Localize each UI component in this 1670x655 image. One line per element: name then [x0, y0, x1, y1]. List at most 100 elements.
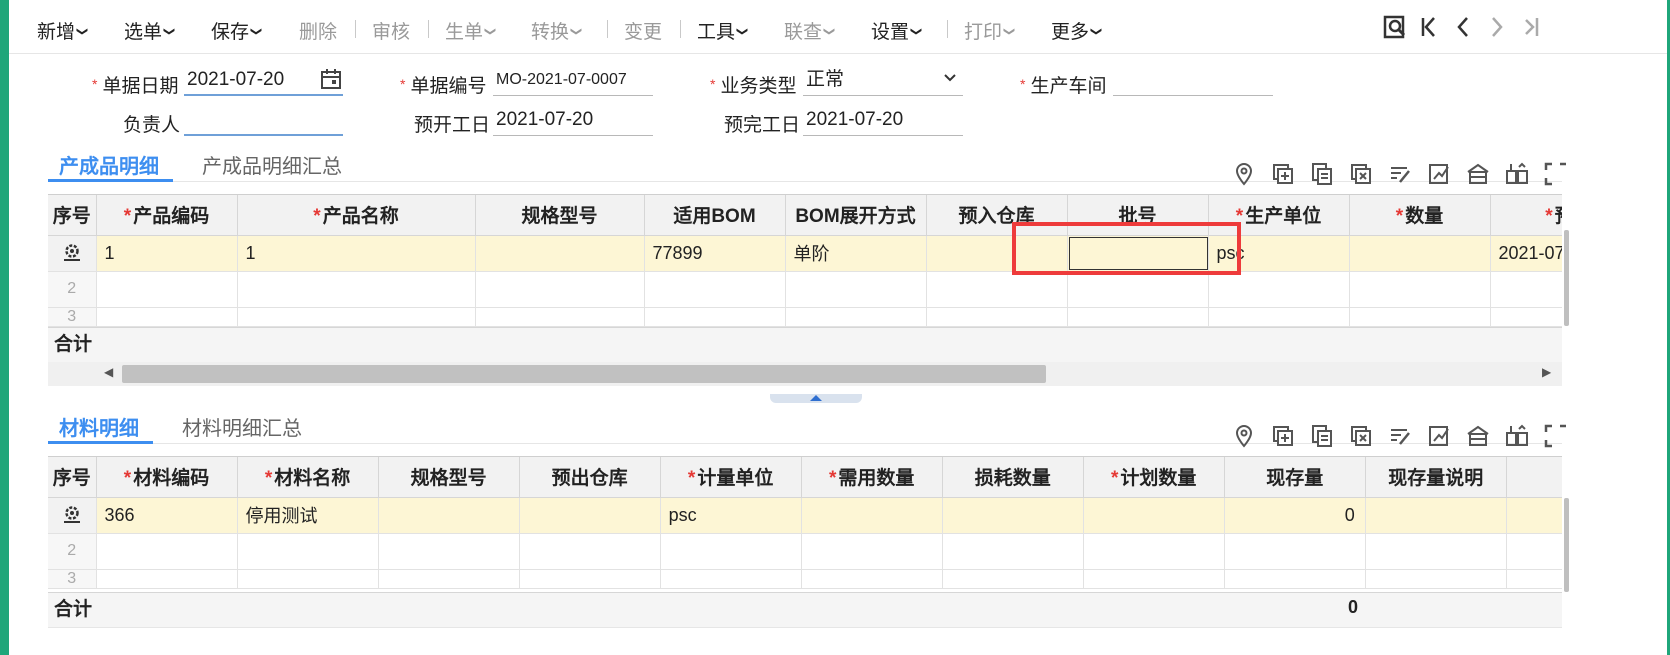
row-settings-icon[interactable]: [62, 505, 82, 525]
column-header[interactable]: 预出仓库: [519, 457, 661, 498]
toolbar-linked-query-button[interactable]: 联查❯: [784, 17, 835, 44]
table-cell[interactable]: psc: [660, 497, 802, 534]
column-header[interactable]: 规格型号: [378, 457, 520, 498]
table-cell[interactable]: [475, 271, 645, 308]
table-row[interactable]: 3: [48, 569, 1562, 589]
row-number-cell[interactable]: [48, 235, 97, 272]
table-cell[interactable]: [801, 497, 943, 534]
table-cell[interactable]: [801, 569, 943, 589]
delete-row-icon[interactable]: [1348, 161, 1374, 187]
table-cell[interactable]: [378, 569, 520, 589]
row-number-cell[interactable]: 2: [48, 271, 97, 308]
column-header[interactable]: *预开: [1490, 195, 1562, 236]
tab-material-detail[interactable]: 材料明细: [59, 412, 139, 441]
table-cell[interactable]: [1224, 569, 1366, 589]
tab-material-summary[interactable]: 材料明细汇总: [182, 412, 302, 441]
copy-row-icon[interactable]: [1309, 423, 1335, 449]
table-cell[interactable]: [1365, 569, 1507, 589]
toolbar-settings-button[interactable]: 设置❯: [871, 17, 922, 44]
table-cell[interactable]: 单阶: [785, 235, 927, 272]
fullscreen-icon[interactable]: [1543, 423, 1569, 449]
table-cell[interactable]: [378, 497, 520, 534]
table-row[interactable]: 3: [48, 307, 1562, 327]
plan-end-field[interactable]: 2021-07-20: [803, 106, 963, 136]
plan-start-field[interactable]: 2021-07-20: [493, 106, 653, 136]
table-cell[interactable]: [1506, 533, 1562, 570]
table-cell[interactable]: [519, 533, 661, 570]
column-header[interactable]: * 产品编码: [96, 195, 238, 236]
column-header[interactable]: * 需用数量: [801, 457, 943, 498]
table-cell[interactable]: [1083, 569, 1225, 589]
add-row-icon[interactable]: [1270, 423, 1296, 449]
product-grid-vscrollbar[interactable]: [1564, 230, 1569, 326]
workshop-field[interactable]: [1113, 66, 1273, 96]
table-cell[interactable]: [942, 569, 1084, 589]
add-row-icon[interactable]: [1270, 161, 1296, 187]
table-cell[interactable]: 停用测试: [237, 497, 379, 534]
scroll-right-icon[interactable]: ▶: [1542, 365, 1551, 379]
tab-product-summary[interactable]: 产成品明细汇总: [202, 150, 342, 179]
tab-product-detail[interactable]: 产成品明细: [59, 150, 159, 179]
table-cell[interactable]: [785, 271, 927, 308]
toolbar-save-button[interactable]: 保存❯: [211, 17, 262, 44]
toolbar-print-button[interactable]: 打印❯: [964, 17, 1015, 44]
table-cell[interactable]: [1208, 307, 1350, 327]
row-number-cell[interactable]: [48, 497, 97, 534]
column-header[interactable]: 备: [1506, 457, 1562, 498]
table-cell[interactable]: [475, 235, 645, 272]
table-cell[interactable]: [1083, 497, 1225, 534]
toolbar-convert-button[interactable]: 转换❯: [531, 17, 582, 44]
table-row[interactable]: 2: [48, 533, 1562, 570]
table-cell[interactable]: [926, 307, 1068, 327]
first-record-icon[interactable]: [1415, 14, 1443, 42]
table-cell[interactable]: [644, 271, 786, 308]
column-header[interactable]: 序号: [48, 195, 97, 236]
table-cell[interactable]: [660, 569, 802, 589]
table-cell[interactable]: [1067, 307, 1209, 327]
table-cell[interactable]: 1: [237, 235, 476, 272]
table-cell[interactable]: [1490, 307, 1562, 327]
table-cell[interactable]: [1208, 271, 1350, 308]
calendar-icon[interactable]: [320, 68, 342, 90]
table-cell[interactable]: 1: [96, 235, 238, 272]
scroll-left-icon[interactable]: ◀: [104, 365, 113, 379]
table-cell[interactable]: [519, 569, 661, 589]
locate-icon[interactable]: [1231, 423, 1257, 449]
table-row[interactable]: 1 1 77899 单阶 psc 2021-07: [48, 235, 1562, 272]
table-cell[interactable]: [942, 533, 1084, 570]
table-cell[interactable]: [644, 307, 786, 327]
toolbar-more-button[interactable]: 更多❯: [1051, 17, 1102, 44]
table-cell[interactable]: [1506, 497, 1562, 534]
row-number-cell[interactable]: 2: [48, 533, 97, 570]
table-cell[interactable]: [1083, 533, 1225, 570]
toolbar-delete-button[interactable]: 删除: [299, 17, 337, 44]
table-cell[interactable]: [1349, 235, 1491, 272]
table-cell[interactable]: [96, 307, 238, 327]
table-cell[interactable]: [785, 307, 927, 327]
toolbar-tools-button[interactable]: 工具❯: [697, 17, 748, 44]
table-cell[interactable]: [96, 569, 238, 589]
table-cell[interactable]: [237, 569, 379, 589]
table-cell[interactable]: [96, 271, 238, 308]
table-cell[interactable]: [237, 271, 476, 308]
table-row[interactable]: 2: [48, 271, 1562, 308]
table-cell[interactable]: [1349, 271, 1491, 308]
biz-type-select[interactable]: 正常: [803, 66, 963, 96]
table-cell[interactable]: [519, 497, 661, 534]
preview-icon[interactable]: [1381, 14, 1409, 42]
toolbar-select-button[interactable]: 选单❯: [124, 17, 175, 44]
table-cell[interactable]: [926, 271, 1068, 308]
edit-column-icon[interactable]: [1387, 423, 1413, 449]
product-grid-hscrollbar[interactable]: ◀ ▶: [48, 362, 1562, 386]
material-grid-vscrollbar[interactable]: [1564, 498, 1569, 592]
column-header[interactable]: * 材料名称: [237, 457, 379, 498]
owner-field[interactable]: [184, 106, 343, 136]
delete-row-icon[interactable]: [1348, 423, 1374, 449]
column-header[interactable]: * 材料编码: [96, 457, 238, 498]
table-cell[interactable]: [660, 533, 802, 570]
locate-icon[interactable]: [1231, 161, 1257, 187]
row-number-cell[interactable]: 3: [48, 307, 97, 327]
column-header[interactable]: 现存量: [1224, 457, 1366, 498]
row-settings-icon[interactable]: [62, 243, 82, 263]
table-cell[interactable]: [1490, 271, 1562, 308]
